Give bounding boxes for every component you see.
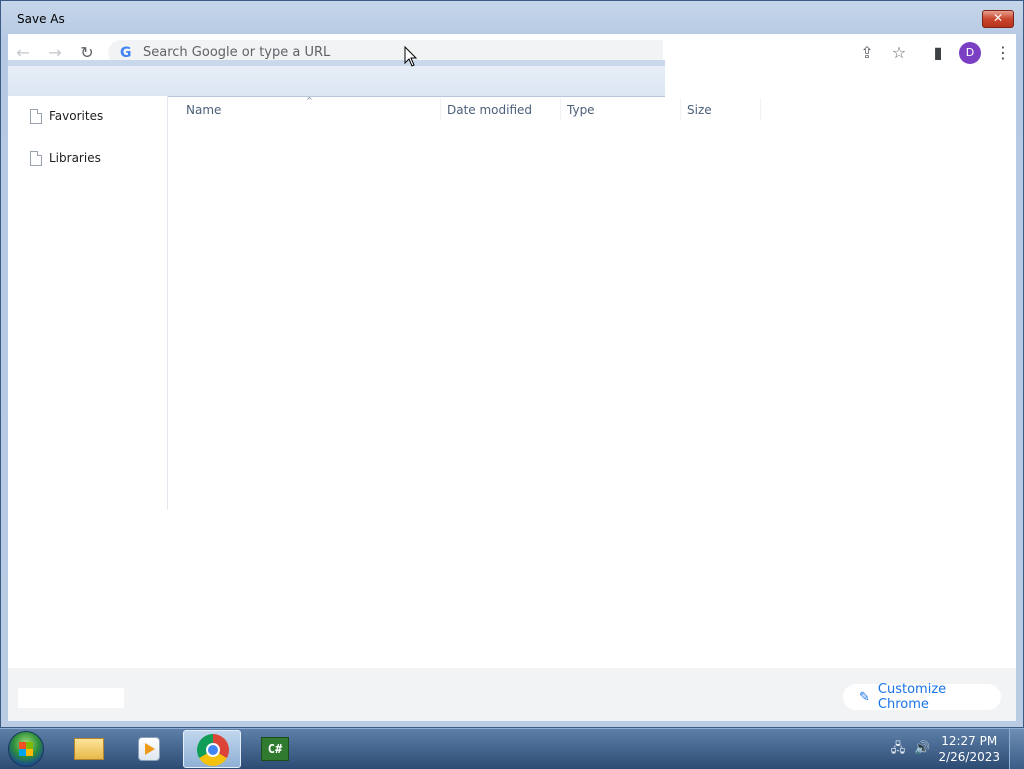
column-header-size[interactable]: Size	[687, 102, 712, 118]
customize-chrome-button[interactable]: ✎ Customize Chrome	[843, 682, 1001, 712]
file-list[interactable]	[168, 122, 1016, 622]
media-player-icon	[138, 737, 160, 761]
taskbar: C# 🖧 🔊 12:27 PM 2/26/2023	[0, 728, 1024, 769]
nav-item-libraries[interactable]: Libraries	[30, 149, 101, 167]
customize-chrome-label: Customize Chrome	[877, 682, 947, 712]
start-button[interactable]	[8, 731, 44, 767]
share-icon[interactable]: ⇪	[856, 42, 878, 64]
nav-item-label: Libraries	[49, 151, 101, 165]
document-icon	[30, 150, 42, 166]
volume-icon[interactable]: 🔊	[914, 741, 930, 757]
taskbar-app-chrome[interactable]	[183, 730, 241, 768]
window-title: Save As	[17, 12, 65, 26]
taskbar-app-explorer[interactable]	[60, 730, 118, 768]
column-header-type[interactable]: Type	[567, 102, 595, 118]
omnibox-extension	[663, 40, 853, 66]
clock-date: 2/26/2023	[938, 750, 1000, 764]
google-logo-icon: G	[120, 45, 132, 61]
sort-ascending-icon: ^	[306, 96, 313, 105]
folder-icon	[74, 738, 104, 760]
window-client-area: ← → ↻ G Search Google or type a URL ⇪ ☆ …	[8, 34, 1016, 721]
bottom-bar: ✎ Customize Chrome	[8, 668, 1016, 721]
chrome-menu-icon[interactable]: ⋮	[992, 42, 1014, 64]
column-separator[interactable]	[560, 98, 561, 120]
show-desktop-button[interactable]	[1009, 729, 1024, 769]
clock-time: 12:27 PM	[941, 734, 998, 748]
column-separator[interactable]	[440, 98, 441, 120]
mouse-cursor-icon	[404, 46, 418, 67]
side-panel-icon[interactable]: ▮	[927, 42, 949, 64]
windows-logo-icon	[19, 742, 33, 756]
taskbar-app-media-player[interactable]	[120, 730, 178, 768]
taskbar-app-csharp[interactable]: C#	[246, 730, 304, 768]
column-separator[interactable]	[760, 98, 761, 120]
document-icon	[30, 108, 42, 124]
save-as-window: Save As ✕ ← → ↻ G Search Google or type …	[0, 0, 1024, 728]
bookmark-star-icon[interactable]: ☆	[888, 42, 910, 64]
column-separator[interactable]	[680, 98, 681, 120]
close-button[interactable]: ✕	[982, 10, 1014, 28]
omnibox-placeholder: Search Google or type a URL	[143, 45, 331, 60]
chrome-icon	[197, 734, 229, 766]
column-header-name[interactable]: Name	[186, 102, 221, 118]
nav-item-favorites[interactable]: Favorites	[30, 107, 103, 125]
nav-item-label: Favorites	[49, 109, 104, 123]
pencil-icon: ✎	[859, 689, 870, 705]
dialog-strip-band	[8, 60, 665, 66]
system-clock[interactable]: 12:27 PM 2/26/2023	[938, 733, 1000, 765]
profile-avatar[interactable]: D	[959, 42, 981, 64]
column-header-date-modified[interactable]: Date modified	[447, 102, 532, 118]
csharp-icon: C#	[261, 737, 289, 761]
navigation-pane: Favorites Libraries	[8, 96, 168, 510]
bottom-input-area	[18, 688, 124, 708]
network-icon[interactable]: 🖧	[890, 741, 906, 757]
